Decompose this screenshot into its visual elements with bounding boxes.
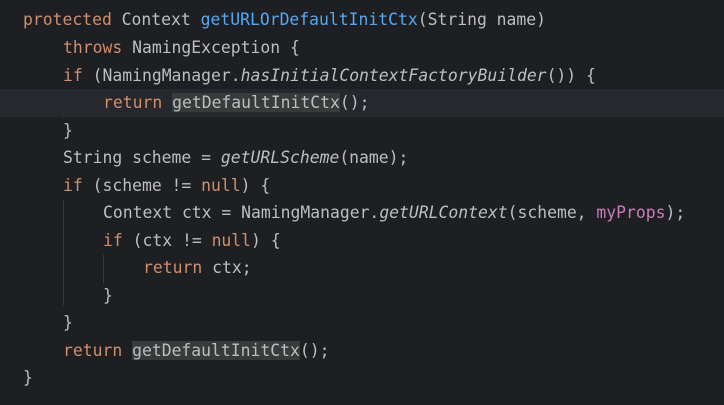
code-line-4-current[interactable]: return getDefaultInitCtx();: [0, 89, 724, 117]
static-method-call[interactable]: getURLScheme: [221, 148, 339, 167]
code-line-1: protected Context getURLOrDefaultInitCtx…: [23, 6, 724, 34]
exception-type: NamingException {: [122, 38, 300, 57]
expression: ();: [339, 93, 370, 112]
declaration: String scheme =: [63, 148, 221, 167]
keyword: if: [103, 231, 123, 250]
code-line-3: if (NamingManager.hasInitialContextFacto…: [63, 62, 724, 90]
keyword: return: [143, 258, 203, 277]
code-line-11: }: [103, 282, 724, 310]
expression: ) {: [251, 231, 281, 250]
expression: (name);: [339, 148, 409, 167]
code-line-8: Context ctx = NamingManager.getURLContex…: [103, 199, 724, 227]
keyword: if: [63, 176, 83, 195]
keyword: return: [103, 93, 163, 112]
expression: (scheme !=: [82, 176, 202, 195]
indent-guide: [63, 200, 64, 305]
keyword: return: [63, 341, 123, 360]
brace: }: [103, 286, 113, 305]
brace: }: [23, 368, 33, 387]
code-line-13: return getDefaultInitCtx();: [63, 337, 724, 365]
brace: }: [63, 121, 73, 140]
field-reference[interactable]: myProps: [596, 203, 665, 222]
code-line-6: String scheme = getURLScheme(name);: [63, 144, 724, 172]
keyword: protected: [23, 10, 112, 29]
expression: ()) {: [546, 66, 596, 85]
static-method-call[interactable]: getURLContext: [379, 203, 507, 222]
code-line-7: if (scheme != null) {: [63, 172, 724, 200]
code-line-14: }: [23, 364, 724, 392]
code-line-2: throws NamingException {: [63, 34, 724, 62]
keyword: throws: [63, 38, 123, 57]
null-keyword: null: [211, 231, 252, 250]
expression: ctx;: [202, 258, 252, 277]
expression: ) {: [240, 176, 271, 195]
code-line-10: return ctx;: [143, 254, 724, 282]
method-name[interactable]: getURLOrDefaultInitCtx: [201, 10, 418, 29]
highlighted-method-call[interactable]: getDefaultInitCtx: [172, 93, 340, 112]
return-type: Context: [111, 10, 201, 29]
code-line-5: }: [63, 117, 724, 145]
arguments: (scheme,: [507, 203, 597, 222]
code-line-9: if (ctx != null) {: [103, 227, 724, 255]
indent-guide: [103, 255, 104, 283]
parameters: (String name): [417, 10, 547, 29]
null-keyword: null: [201, 176, 241, 195]
brace: }: [63, 313, 73, 332]
expression: ();: [299, 341, 330, 360]
expression: );: [665, 203, 686, 222]
code-line-12: }: [63, 309, 724, 337]
keyword: if: [63, 66, 83, 85]
code-editor[interactable]: protected Context getURLOrDefaultInitCtx…: [0, 0, 724, 405]
static-method-call[interactable]: hasInitialContextFactoryBuilder: [241, 66, 547, 85]
declaration: Context ctx = NamingManager.: [103, 203, 380, 222]
highlighted-method-call[interactable]: getDefaultInitCtx: [132, 341, 300, 360]
expression: (ctx !=: [122, 231, 212, 250]
expression: (NamingManager.: [82, 66, 241, 85]
